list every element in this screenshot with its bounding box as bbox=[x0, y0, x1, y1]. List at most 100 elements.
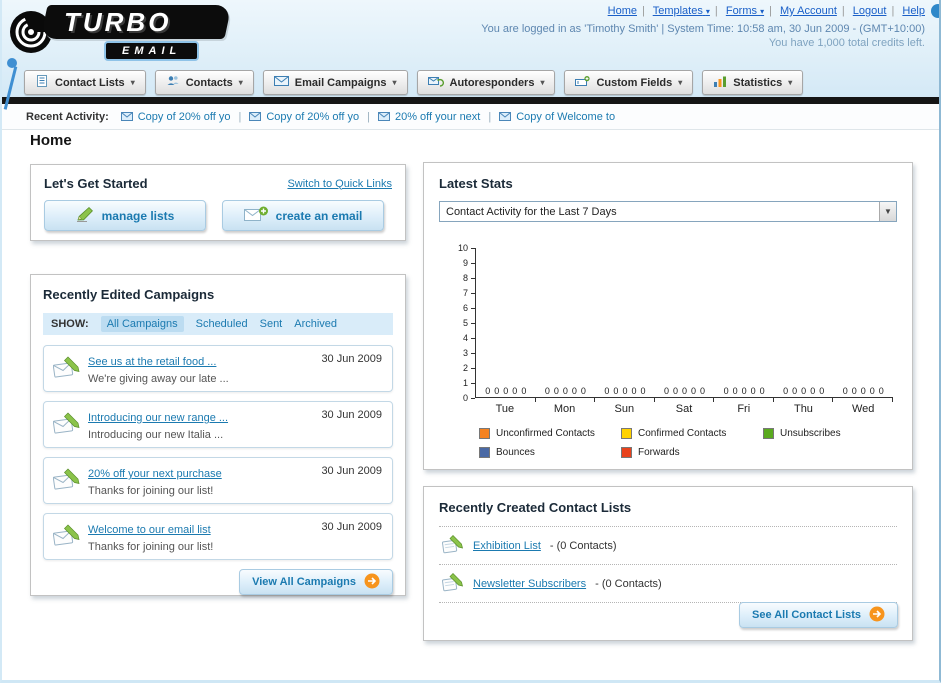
see-all-contact-lists-button[interactable]: See All Contact Lists bbox=[738, 602, 898, 628]
header: TURBO EMAIL Home | Templates ▾ | Forms ▾ | … bbox=[2, 0, 939, 110]
x-tick-label: Thu bbox=[793, 403, 813, 415]
campaign-title-link[interactable]: Introducing our new range ... bbox=[88, 412, 228, 424]
tab-label: Contacts bbox=[185, 76, 233, 89]
legend-label: Forwards bbox=[638, 447, 680, 458]
nav-home[interactable]: Home bbox=[608, 5, 637, 17]
email-campaigns-icon bbox=[273, 75, 289, 90]
chart-value: 0 bbox=[503, 386, 509, 396]
tab-email-campaigns[interactable]: Email Campaigns ▾ bbox=[262, 70, 408, 95]
separator: | bbox=[769, 5, 772, 17]
campaign-title-link[interactable]: 20% off your next purchase bbox=[88, 468, 222, 480]
contact-lists-icon bbox=[35, 74, 49, 91]
chart-value: 0 bbox=[810, 386, 816, 396]
x-tick-mark bbox=[534, 397, 536, 402]
filter-scheduled[interactable]: Scheduled bbox=[196, 318, 248, 330]
recent-activity-bar: Recent Activity: Copy of 20% off yo | Co… bbox=[2, 104, 939, 130]
nav-templates[interactable]: Templates ▾ bbox=[653, 5, 710, 17]
campaign-title-link[interactable]: Welcome to our email list bbox=[88, 524, 211, 536]
chart-group: 00000 bbox=[536, 248, 596, 402]
tab-contact-lists[interactable]: Contact Lists ▾ bbox=[24, 70, 146, 95]
view-all-campaigns-button[interactable]: View All Campaigns bbox=[239, 569, 393, 595]
chart-value: 0 bbox=[494, 386, 500, 396]
arrow-right-icon bbox=[364, 573, 380, 592]
tab-label: Custom Fields bbox=[596, 76, 673, 89]
campaign-item: Introducing our new range ... Introducin… bbox=[43, 401, 393, 448]
chevron-down-icon: ▾ bbox=[238, 78, 243, 87]
chevron-down-icon: ▾ bbox=[760, 7, 765, 16]
chart-value: 0 bbox=[869, 386, 875, 396]
y-tick-label: 9 bbox=[462, 258, 468, 268]
contact-list-item: Exhibition List - (0 Contacts) bbox=[439, 527, 897, 565]
separator: | bbox=[891, 5, 895, 17]
legend-item: Unconfirmed Contacts bbox=[479, 428, 621, 439]
contact-list-count: - (0 Contacts) bbox=[549, 539, 617, 552]
contacts-icon bbox=[166, 74, 180, 91]
nav-forms[interactable]: Forms ▾ bbox=[726, 5, 764, 17]
x-tick-label: Tue bbox=[495, 403, 515, 415]
recent-activity-item[interactable]: 20% off your next bbox=[377, 111, 480, 123]
chart-group: 00000 bbox=[714, 248, 774, 402]
edit-list-icon bbox=[442, 572, 464, 595]
contact-list-link[interactable]: Exhibition List bbox=[473, 540, 541, 552]
chart-value: 0 bbox=[732, 386, 738, 396]
chart-value: 0 bbox=[640, 386, 646, 396]
manage-lists-button[interactable]: manage lists bbox=[44, 200, 206, 231]
filter-archived[interactable]: Archived bbox=[294, 318, 337, 330]
chart-value: 0 bbox=[622, 386, 628, 396]
stats-period-select[interactable]: Contact Activity for the Last 7 Days ▼ bbox=[439, 201, 897, 222]
login-info: You are logged in as 'Timothy Smith' | S… bbox=[481, 23, 925, 35]
recent-activity-item[interactable]: Copy of 20% off yo bbox=[120, 111, 230, 123]
view-all-campaigns-label: View All Campaigns bbox=[252, 576, 356, 588]
chart-value-labels: 00000 bbox=[595, 386, 655, 396]
chart-legend: Unconfirmed Contacts Confirmed Contacts … bbox=[479, 428, 907, 466]
campaign-title-link[interactable]: See us at the retail food ... bbox=[88, 356, 216, 368]
chart-value: 0 bbox=[562, 386, 568, 396]
filter-all-campaigns[interactable]: All Campaigns bbox=[100, 316, 184, 332]
chart-group: 00000 bbox=[833, 248, 894, 402]
new-email-icon bbox=[243, 205, 268, 226]
tab-custom-fields[interactable]: Custom Fields ▾ bbox=[564, 70, 694, 95]
latest-stats-title: Latest Stats bbox=[439, 176, 513, 191]
tab-autoresponders[interactable]: Autoresponders ▾ bbox=[416, 70, 556, 95]
chart-plot-area: 00000000000000000000000000000000000 bbox=[475, 248, 894, 402]
campaign-subtitle: Introducing our new Italia ... bbox=[88, 429, 224, 441]
switch-quick-links-link[interactable]: Switch to Quick Links bbox=[287, 178, 392, 190]
tab-contacts[interactable]: Contacts ▾ bbox=[154, 70, 254, 95]
filter-sent[interactable]: Sent bbox=[260, 318, 283, 330]
chart-value: 0 bbox=[860, 386, 866, 396]
recent-activity-item[interactable]: Copy of Welcome to bbox=[499, 111, 615, 123]
tab-statistics[interactable]: Statistics ▾ bbox=[702, 70, 804, 95]
chart-value: 0 bbox=[682, 386, 688, 396]
contact-list-link[interactable]: Newsletter Subscribers bbox=[473, 578, 586, 590]
create-email-button[interactable]: create an email bbox=[222, 200, 384, 231]
recent-activity-label: Recent Activity: bbox=[26, 110, 109, 123]
separator: | bbox=[238, 110, 242, 123]
logo[interactable]: TURBO EMAIL bbox=[8, 2, 248, 66]
chart-value-labels: 00000 bbox=[833, 386, 893, 396]
chart-value: 0 bbox=[842, 386, 848, 396]
legend-item: Forwards bbox=[621, 447, 763, 458]
campaign-subtitle: Thanks for joining our list! bbox=[88, 485, 214, 497]
legend-swatch-confirmed bbox=[621, 428, 632, 439]
chevron-down-icon: ▾ bbox=[540, 78, 545, 87]
chevron-down-icon: ▾ bbox=[678, 78, 683, 87]
y-tick-label: 3 bbox=[462, 348, 468, 358]
envelope-icon bbox=[499, 112, 512, 121]
chart-value-labels: 00000 bbox=[714, 386, 774, 396]
x-tick-mark bbox=[713, 397, 715, 402]
tab-label: Autoresponders bbox=[449, 76, 535, 89]
chart-value: 0 bbox=[759, 386, 765, 396]
x-tick-mark bbox=[772, 397, 774, 402]
chart-value: 0 bbox=[878, 386, 884, 396]
tab-label: Email Campaigns bbox=[294, 76, 387, 89]
legend-swatch-bounces bbox=[479, 447, 490, 458]
recent-activity-item[interactable]: Copy of 20% off yo bbox=[249, 111, 359, 123]
nav-my-account[interactable]: My Account bbox=[780, 5, 837, 17]
nav-help[interactable]: Help bbox=[902, 5, 925, 17]
chevron-down-icon: ▾ bbox=[788, 78, 793, 87]
chevron-down-icon: ▼ bbox=[879, 202, 896, 221]
nav-logout[interactable]: Logout bbox=[853, 5, 887, 17]
chart-group: 00000 bbox=[595, 248, 655, 402]
x-tick-label: Sat bbox=[675, 403, 693, 415]
arrow-right-icon bbox=[869, 606, 885, 625]
